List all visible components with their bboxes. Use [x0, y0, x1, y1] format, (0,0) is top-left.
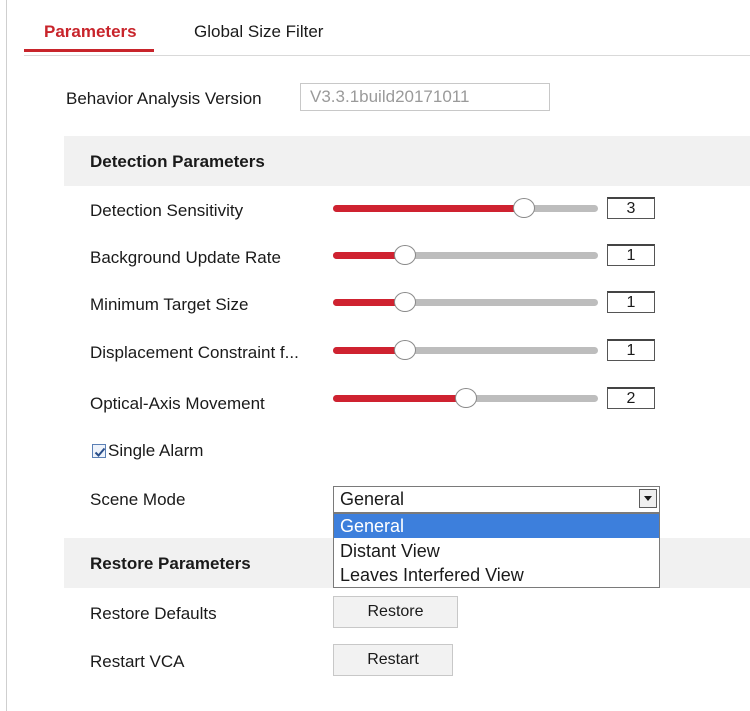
tab-bar: Parameters Global Size Filter: [24, 0, 750, 56]
detection-sensitivity-slider[interactable]: [333, 198, 598, 218]
tab-global-size-filter[interactable]: Global Size Filter: [194, 22, 323, 42]
background-update-rate-value[interactable]: 1: [607, 244, 655, 266]
restore-button[interactable]: Restore: [333, 596, 458, 628]
scene-mode-selected-value: General: [340, 489, 405, 509]
slider-label-displacement-constraint: Displacement Constraint f...: [90, 343, 299, 362]
scene-mode-select[interactable]: General: [333, 486, 660, 513]
dropdown-option-general[interactable]: General: [334, 514, 659, 538]
page-left-border: [6, 0, 7, 711]
minimum-target-size-value[interactable]: 1: [607, 291, 655, 313]
slider-label-optical-axis-movement: Optical-Axis Movement: [90, 394, 265, 413]
single-alarm-label: Single Alarm: [108, 441, 204, 460]
single-alarm-checkbox[interactable]: [92, 444, 106, 458]
version-field: V3.3.1build20171011: [300, 83, 550, 111]
minimum-target-size-slider[interactable]: [333, 292, 598, 312]
slider-thumb[interactable]: [394, 340, 416, 360]
dropdown-arrow-button[interactable]: [639, 489, 657, 508]
scene-mode-dropdown-list: General Distant View Leaves Interfered V…: [333, 513, 660, 588]
slider-label-background-update-rate: Background Update Rate: [90, 248, 281, 267]
background-update-rate-slider[interactable]: [333, 245, 598, 265]
dropdown-option-distant-view[interactable]: Distant View: [334, 539, 659, 563]
restart-vca-label: Restart VCA: [90, 652, 185, 671]
chevron-down-icon: [644, 496, 652, 501]
displacement-constraint-value[interactable]: 1: [607, 339, 655, 361]
dropdown-option-leaves-interfered-view[interactable]: Leaves Interfered View: [334, 563, 659, 587]
displacement-constraint-slider[interactable]: [333, 340, 598, 360]
slider-thumb[interactable]: [513, 198, 535, 218]
slider-thumb[interactable]: [455, 388, 477, 408]
optical-axis-movement-slider[interactable]: [333, 388, 598, 408]
scene-mode-label: Scene Mode: [90, 490, 186, 509]
slider-label-minimum-target-size: Minimum Target Size: [90, 295, 249, 314]
optical-axis-movement-value[interactable]: 2: [607, 387, 655, 409]
slider-fill: [333, 395, 466, 402]
tab-parameters[interactable]: Parameters: [44, 22, 137, 42]
detection-section-title: Detection Parameters: [90, 152, 265, 171]
slider-fill: [333, 205, 524, 212]
version-label: Behavior Analysis Version: [66, 89, 262, 108]
restart-button[interactable]: Restart: [333, 644, 453, 676]
detection-section-header: Detection Parameters: [64, 136, 750, 186]
restore-section-title: Restore Parameters: [90, 554, 251, 573]
restore-defaults-label: Restore Defaults: [90, 604, 217, 623]
slider-label-detection-sensitivity: Detection Sensitivity: [90, 201, 244, 220]
detection-sensitivity-value[interactable]: 3: [607, 197, 655, 219]
slider-thumb[interactable]: [394, 245, 416, 265]
checkmark-icon: [94, 447, 106, 457]
active-tab-indicator: [24, 49, 154, 52]
slider-thumb[interactable]: [394, 292, 416, 312]
